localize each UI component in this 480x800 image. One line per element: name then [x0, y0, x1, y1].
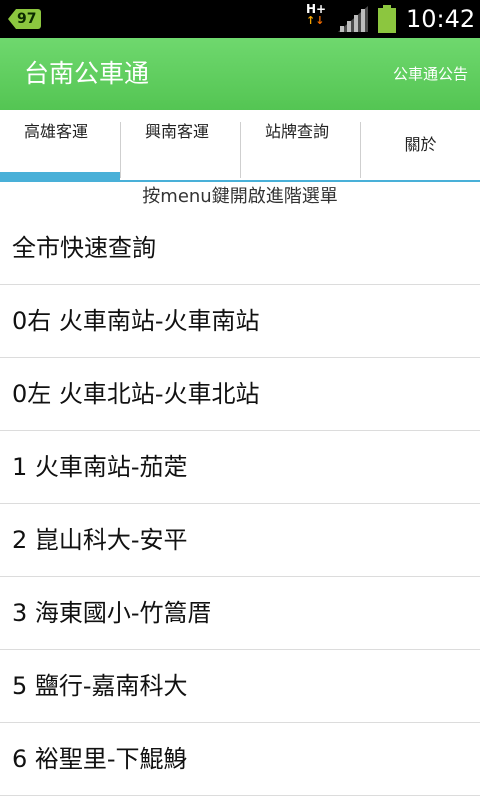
tab-label: 站牌查詢	[265, 122, 330, 141]
tab-stop-search[interactable]: 站牌查詢	[240, 122, 360, 178]
tab-hsingnan-bus[interactable]: 興南客運	[120, 122, 240, 178]
announcement-button[interactable]: 公車通公告	[393, 38, 468, 110]
data-activity-icon: ↑↓	[306, 14, 325, 27]
tab-label: 高雄客運	[24, 122, 89, 141]
list-item[interactable]: 全市快速查詢	[0, 212, 480, 285]
list-item[interactable]: 0右 火車南站-火車南站	[0, 285, 480, 358]
signal-icon	[338, 6, 368, 32]
tab-label: 關於	[404, 135, 437, 154]
list-item[interactable]: 2 崑山科大-安平	[0, 504, 480, 577]
battery-icon	[378, 5, 396, 33]
list-item[interactable]: 1 火車南站-茄萣	[0, 431, 480, 504]
list-item[interactable]: 0左 火車北站-火車北站	[0, 358, 480, 431]
list-item[interactable]: 3 海東國小-竹篙厝	[0, 577, 480, 650]
network-type-indicator: H+ ↑↓	[306, 3, 330, 35]
tab-about[interactable]: 關於	[360, 122, 480, 178]
status-bar: 97 H+ ↑↓ 10:42	[0, 0, 480, 38]
menu-hint: 按menu鍵開啟進階選單	[142, 186, 338, 207]
selected-tab-indicator	[0, 172, 120, 180]
tab-kaohsiung-bus[interactable]: 高雄客運	[0, 122, 120, 178]
tab-label: 興南客運	[145, 122, 210, 141]
list-item[interactable]: 5 鹽行-嘉南科大	[0, 650, 480, 723]
clock: 10:42	[406, 5, 476, 33]
list-item[interactable]: 6 裕聖里-下鯤鯓	[0, 723, 480, 796]
route-list: 全市快速查詢 0右 火車南站-火車南站 0左 火車北站-火車北站 1 火車南站-…	[0, 212, 480, 796]
action-bar: 台南公車通 公車通公告	[0, 38, 480, 110]
app-title: 台南公車通	[24, 59, 150, 88]
notification-badge[interactable]: 97	[8, 9, 42, 29]
